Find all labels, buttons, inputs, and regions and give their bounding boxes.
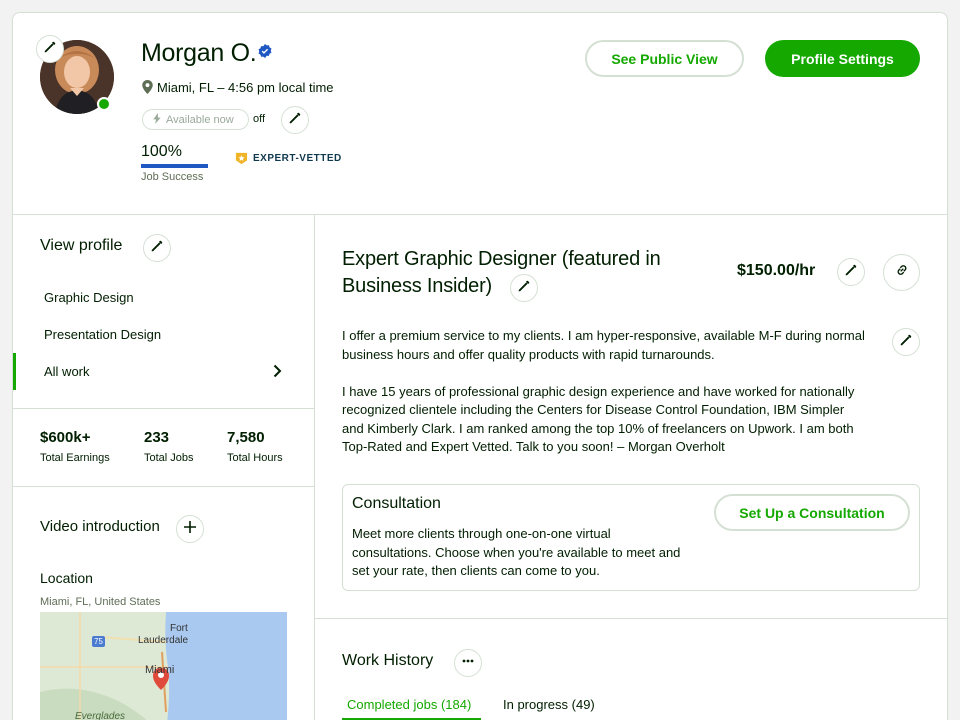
availability-toggle[interactable]: Available now	[142, 109, 249, 130]
sidebar-item-graphic-design[interactable]: Graphic Design	[44, 290, 134, 305]
stat-total-earnings-label: Total Earnings	[40, 452, 110, 464]
pencil-icon	[844, 263, 858, 282]
see-public-view-button[interactable]: See Public View	[585, 40, 744, 77]
stat-total-hours-label: Total Hours	[227, 452, 283, 464]
pencil-icon	[43, 40, 57, 59]
profile-title: Expert Graphic Designer (featured in Bus…	[342, 246, 661, 300]
online-status-dot	[97, 97, 111, 111]
stat-total-hours-value: 7,580	[227, 429, 265, 446]
consultation-text: Meet more clients through one-on-one vir…	[352, 525, 712, 581]
map-label-everglades: Everglades	[75, 711, 126, 720]
chevron-right-icon[interactable]	[273, 364, 282, 383]
description-line: Top-Rated and Expert Vetted. Talk to you…	[342, 439, 725, 454]
profile-name: Morgan O.	[141, 39, 257, 67]
availability-state: off	[253, 113, 266, 125]
sidebar-divider	[13, 486, 314, 487]
copy-link-button[interactable]	[883, 254, 920, 291]
profile-description: I offer a premium service to my clients.…	[342, 327, 892, 457]
profile-settings-button[interactable]: Profile Settings	[765, 40, 920, 77]
stat-total-jobs-value: 233	[144, 429, 170, 446]
profile-title-line1: Expert Graphic Designer (featured in	[342, 248, 661, 270]
work-history-more-button[interactable]	[454, 649, 482, 677]
view-profile-title: View profile	[40, 237, 123, 254]
tab-in-progress[interactable]: In progress (49)	[503, 697, 595, 712]
job-success-bar	[141, 164, 208, 168]
map-label-fort: Fort	[170, 623, 188, 634]
more-horizontal-icon	[461, 654, 475, 673]
consultation-title: Consultation	[352, 495, 441, 512]
pencil-icon	[899, 333, 913, 352]
location-value: Miami, FL, United States	[40, 596, 161, 608]
expert-vetted-badge-icon	[235, 152, 248, 170]
column-divider	[314, 214, 315, 720]
main-divider	[314, 618, 947, 619]
edit-availability-button[interactable]	[281, 106, 309, 134]
sidebar-item-all-work[interactable]: All work	[44, 364, 90, 379]
link-icon	[895, 263, 909, 282]
sidebar-divider	[13, 408, 314, 409]
pencil-icon	[288, 111, 302, 130]
consultation-box: Consultation Meet more clients through o…	[342, 484, 920, 591]
location-map[interactable]: Fort Lauderdale Miami 75 Everglades	[40, 612, 287, 720]
edit-photo-button[interactable]	[36, 35, 64, 63]
sidebar-item-presentation-design[interactable]: Presentation Design	[44, 327, 161, 342]
location-time: Miami, FL – 4:56 pm local time	[157, 80, 334, 95]
verified-icon	[258, 44, 272, 58]
set-up-consultation-button[interactable]: Set Up a Consultation	[714, 494, 910, 531]
hourly-rate: $150.00/hr	[737, 262, 816, 279]
pencil-icon	[150, 239, 164, 258]
expert-vetted-badge: EXPERT-VETTED	[253, 153, 342, 164]
edit-rate-button[interactable]	[837, 258, 865, 286]
location-title: Location	[40, 570, 93, 586]
edit-description-button[interactable]	[892, 328, 920, 356]
video-introduction-title: Video introduction	[40, 518, 160, 535]
map-label-route: 75	[94, 637, 103, 646]
add-video-button[interactable]	[176, 515, 204, 543]
description-line: and Kimberly Clark. I am ranked among th…	[342, 420, 854, 436]
consultation-line: Meet more clients through one-on-one vir…	[352, 526, 611, 541]
job-success-label: Job Success	[141, 171, 204, 183]
map-label-miami: Miami	[145, 664, 175, 676]
profile-title-line2: Business Insider)	[342, 275, 492, 297]
consultation-line: consultations. Choose when you're availa…	[352, 544, 681, 560]
edit-specialized-profiles-button[interactable]	[143, 234, 171, 262]
location-pin-icon	[142, 80, 153, 99]
map-label-lauderdale: Lauderdale	[138, 635, 189, 646]
plus-icon	[183, 520, 197, 539]
lightning-icon	[153, 111, 161, 129]
consultation-line: set your rate, then clients can come to …	[352, 563, 600, 578]
edit-title-button[interactable]	[510, 274, 538, 302]
work-history-title: Work History	[342, 652, 434, 669]
pencil-icon	[517, 279, 531, 298]
tab-completed-jobs[interactable]: Completed jobs (184)	[347, 697, 471, 712]
header-divider	[13, 214, 947, 215]
job-success-track	[141, 164, 208, 168]
description-line: business hours and offer quality product…	[342, 346, 715, 362]
description-line: I offer a premium service to my clients.…	[342, 328, 865, 343]
sidebar-item-active-marker	[13, 353, 16, 390]
availability-label: Available now	[166, 113, 234, 126]
profile-card: Morgan O. Miami, FL – 4:56 pm local time…	[12, 12, 948, 720]
stat-total-earnings-value: $600k+	[40, 429, 91, 446]
job-success-value: 100%	[141, 143, 182, 160]
description-line: recognized clientele including the Cente…	[342, 402, 845, 417]
description-line: I have 15 years of professional graphic …	[342, 383, 855, 399]
stat-total-jobs-label: Total Jobs	[144, 452, 194, 464]
